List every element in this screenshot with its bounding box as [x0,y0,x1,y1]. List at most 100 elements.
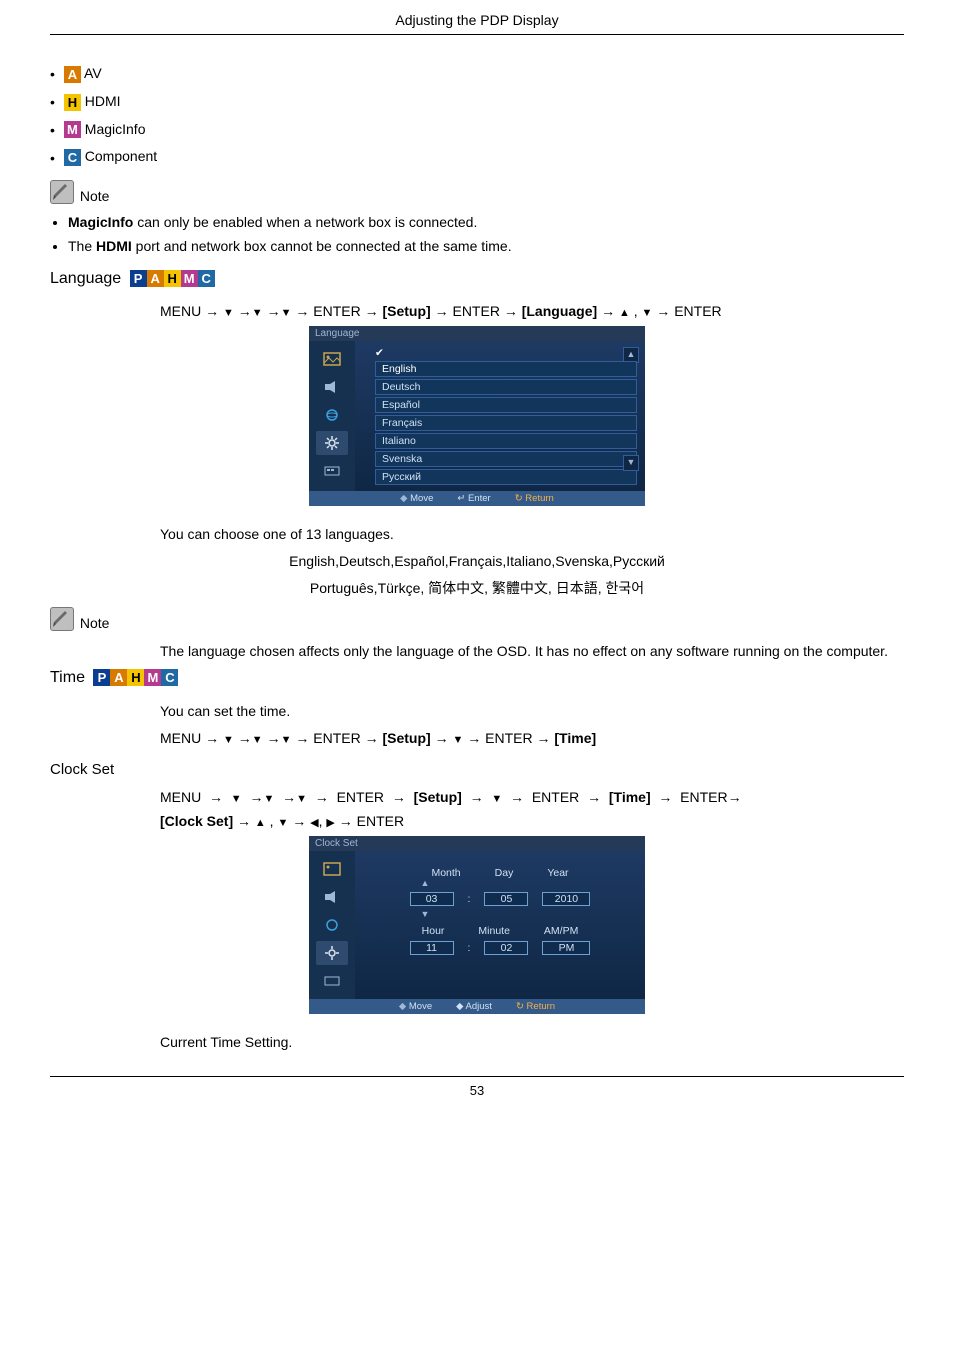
menu-token: MENU [160,730,201,746]
lang-option-english[interactable]: English [375,361,637,377]
h-icon: H [127,669,144,686]
label-year: Year [547,867,568,879]
osd-nav-sound-icon[interactable] [316,885,348,909]
notes-list: MagicInfo can only be enabled when a net… [50,214,904,254]
source-label: AV [84,65,102,81]
a-icon: A [110,669,127,686]
osd-footer: Move Adjust Return [309,999,645,1014]
label-day: Day [495,867,514,879]
menu-token: [Setup] [414,789,462,805]
menu-token: ENTER [313,303,360,319]
osd-clockset: Clock Set Month Day Year ▲ 03 : 05 [309,836,645,1014]
osd-title: Language [309,326,645,341]
a-icon: A [147,270,164,287]
scroll-down-button[interactable]: ▼ [623,455,639,471]
note-label: Note [80,615,110,631]
c-icon: C [161,669,178,686]
h-icon: H [64,94,81,111]
osd-nav-setup-icon[interactable] [316,941,348,965]
value-ampm[interactable]: PM [542,941,590,955]
osd-side-nav [309,341,355,491]
osd-nav-setup-icon[interactable] [316,431,348,455]
label-month: Month [431,867,460,879]
menu-token: ENTER [357,813,404,829]
osd-nav-network-icon[interactable] [316,913,348,937]
p-icon: P [93,669,110,686]
menu-token: ENTER [485,730,532,746]
time-intro: You can set the time. [160,701,904,721]
menu-token: MENU [160,303,201,319]
osd-nav-sound-icon[interactable] [316,375,348,399]
lang-option-espanol[interactable]: Español [375,397,637,413]
source-label: HDMI [85,93,121,109]
label-hour: Hour [422,925,445,937]
note-line: The HDMI port and network box cannot be … [68,238,904,254]
source-list: • A AV • H HDMI • M MagicInfo • C Compon… [50,65,904,166]
osd-nav-input-icon[interactable] [316,459,348,483]
label-minute: Minute [478,925,510,937]
separator: : [468,893,471,905]
lang-option-francais[interactable]: Français [375,415,637,431]
mode-icons: PAHMC [93,669,178,687]
section-title: Time [50,669,85,686]
value-day[interactable]: 05 [484,892,528,906]
osd-side-nav [309,851,355,999]
m-icon: M [181,270,198,287]
value-hour[interactable]: 11 [410,941,454,955]
menu-token: MENU [160,789,201,805]
section-time: Time PAHMC [50,669,904,687]
source-item-hdmi: • H HDMI [50,93,904,111]
menu-path-language: MENU → ▼ →▼ →▼ → ENTER → [Setup] → ENTER… [160,300,904,324]
footer-adjust: Adjust [456,1001,492,1012]
lang-option-svenska[interactable]: Svenska [375,451,637,467]
osd-nav-picture-icon[interactable] [316,857,348,881]
note-post: port and network box cannot be connected… [132,238,512,254]
footer-move: Move [400,493,433,504]
value-minute[interactable]: 02 [484,941,528,955]
m-icon: M [144,669,161,686]
menu-token: [Time] [554,730,596,746]
lang-option-deutsch[interactable]: Deutsch [375,379,637,395]
h-icon: H [164,270,181,287]
language-intro: You can choose one of 13 languages. [160,524,904,544]
osd-title: Clock Set [309,836,645,851]
page-header: Adjusting the PDP Display [50,0,904,35]
note-heading: Note [50,607,904,631]
lang-option-italiano[interactable]: Italiano [375,433,637,449]
value-year[interactable]: 2010 [542,892,590,906]
footer-return: Return [516,1001,555,1012]
source-item-component: • C Component [50,148,904,166]
value-month[interactable]: 03 [410,892,454,906]
section-clock-set: Clock Set [50,761,904,778]
osd-nav-input-icon[interactable] [316,969,348,993]
osd-language: Language ▲ ✔English Deutsch Español Fran… [309,326,645,506]
menu-token: ENTER [337,789,384,805]
osd-nav-picture-icon[interactable] [316,347,348,371]
language-list-1: English,Deutsch,Español,Français,Italian… [140,551,814,572]
menu-token: [Setup] [382,730,430,746]
p-icon: P [130,270,147,287]
menu-path-clockset: MENU → ▼ →▼ →▼ → ENTER → [Setup] → ▼ → E… [160,786,904,834]
note-bold: MagicInfo [68,214,133,230]
note-bold: HDMI [96,238,132,254]
lang-option-russian[interactable]: Русский [375,469,637,485]
clockset-body: Current Time Setting. [160,1032,904,1052]
note-post: can only be enabled when a network box i… [133,214,477,230]
note-icon [50,180,74,204]
page-number: 53 [50,1076,904,1098]
mode-icons: PAHMC [130,270,215,288]
language-note-body: The language chosen affects only the lan… [160,641,904,661]
section-language: Language PAHMC [50,270,904,288]
menu-token: [Clock Set] [160,813,233,829]
note-label: Note [80,188,110,204]
menu-token: ENTER [532,789,579,805]
note-line: MagicInfo can only be enabled when a net… [68,214,904,230]
menu-token: [Setup] [382,303,430,319]
note-pre: The [68,238,96,254]
source-label: Component [85,148,157,164]
menu-token: [Language] [522,303,597,319]
osd-nav-network-icon[interactable] [316,403,348,427]
menu-token: ENTER [313,730,360,746]
label-ampm: AM/PM [544,925,578,937]
footer-move: Move [399,1001,432,1012]
